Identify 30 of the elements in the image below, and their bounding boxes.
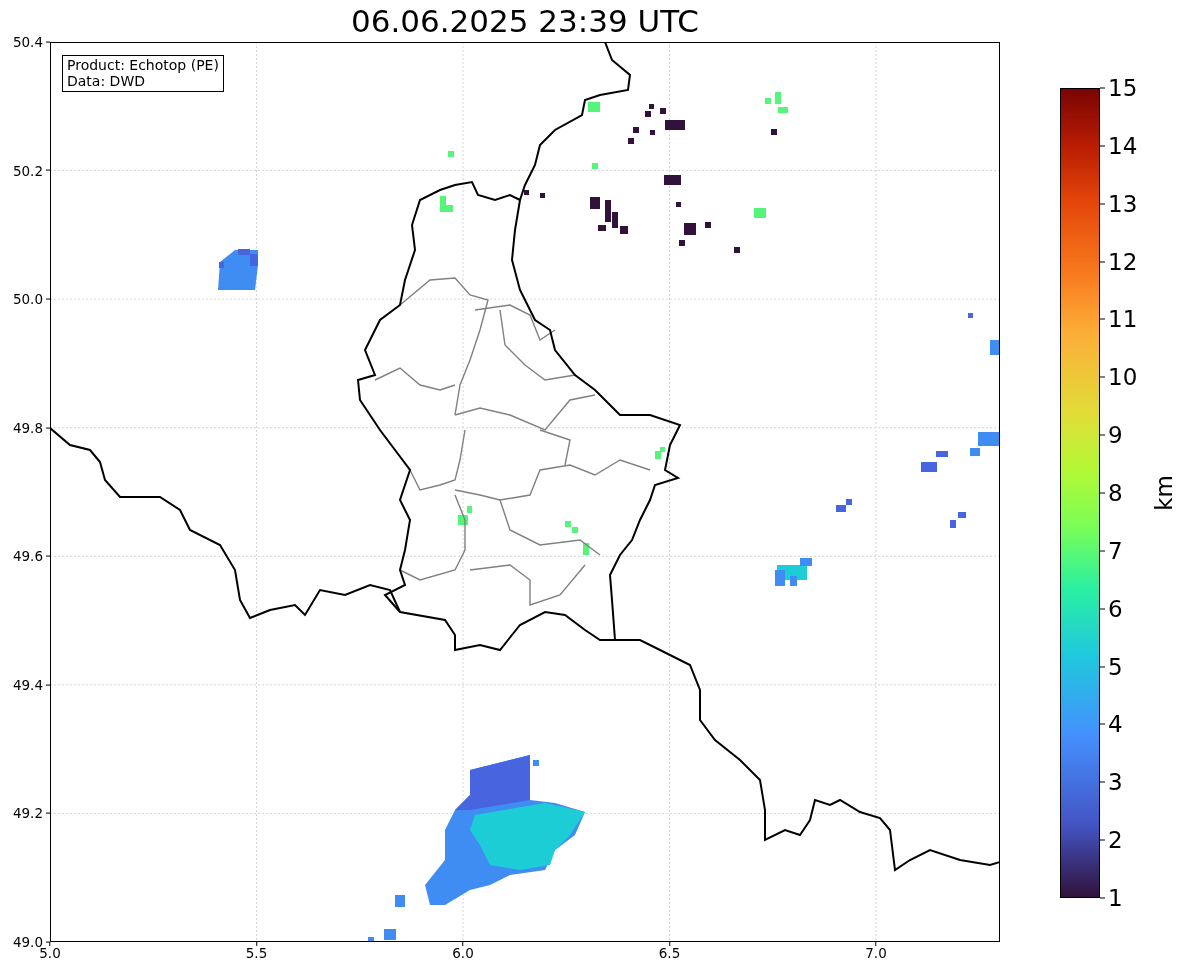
colorbar-tick-label: 12 bbox=[1108, 250, 1138, 274]
x-tick-label: 7.0 bbox=[865, 946, 887, 961]
y-tick-label: 50.4 bbox=[12, 34, 43, 50]
y-tick-label: 50.2 bbox=[12, 163, 43, 178]
colorbar-tick-label: 8 bbox=[1108, 481, 1123, 505]
y-tick-label: 49.4 bbox=[12, 677, 43, 693]
colorbar-tick-label: 4 bbox=[1108, 712, 1123, 736]
info-label: Product: Echotop (PE) Data: DWD bbox=[62, 55, 224, 93]
colorbar-tick-label: 6 bbox=[1108, 597, 1123, 621]
colorbar-tick-label: 3 bbox=[1108, 770, 1123, 794]
colorbar-tick-label: 9 bbox=[1108, 423, 1123, 447]
colorbar-tick-label: 1 bbox=[1108, 886, 1123, 910]
x-tick-label: 6.5 bbox=[658, 946, 681, 961]
x-tick-label: 6.0 bbox=[452, 946, 474, 961]
colorbar-tick-label: 11 bbox=[1108, 307, 1138, 331]
colorbar-tick-label: 15 bbox=[1108, 76, 1138, 100]
y-tick-label: 49.6 bbox=[12, 548, 43, 564]
colorbar-label: km bbox=[1150, 475, 1177, 511]
colorbar-tick-label: 13 bbox=[1108, 192, 1138, 216]
x-tick-label: 5.5 bbox=[245, 946, 268, 961]
y-tick-label: 50.0 bbox=[12, 291, 43, 307]
plot-title: 06.06.2025 23:39 UTC bbox=[351, 5, 699, 37]
x-tick-label: 5.0 bbox=[39, 946, 61, 961]
colorbar-tick-label: 5 bbox=[1108, 655, 1123, 679]
colorbar-tick-label: 14 bbox=[1108, 134, 1138, 158]
colorbar-tick-label: 10 bbox=[1108, 365, 1138, 389]
y-tick-label: 49.8 bbox=[12, 420, 43, 436]
colorbar-tick-label: 7 bbox=[1108, 539, 1123, 563]
colorbar-tick-label: 2 bbox=[1108, 828, 1123, 852]
y-tick-label: 49.2 bbox=[12, 806, 43, 821]
